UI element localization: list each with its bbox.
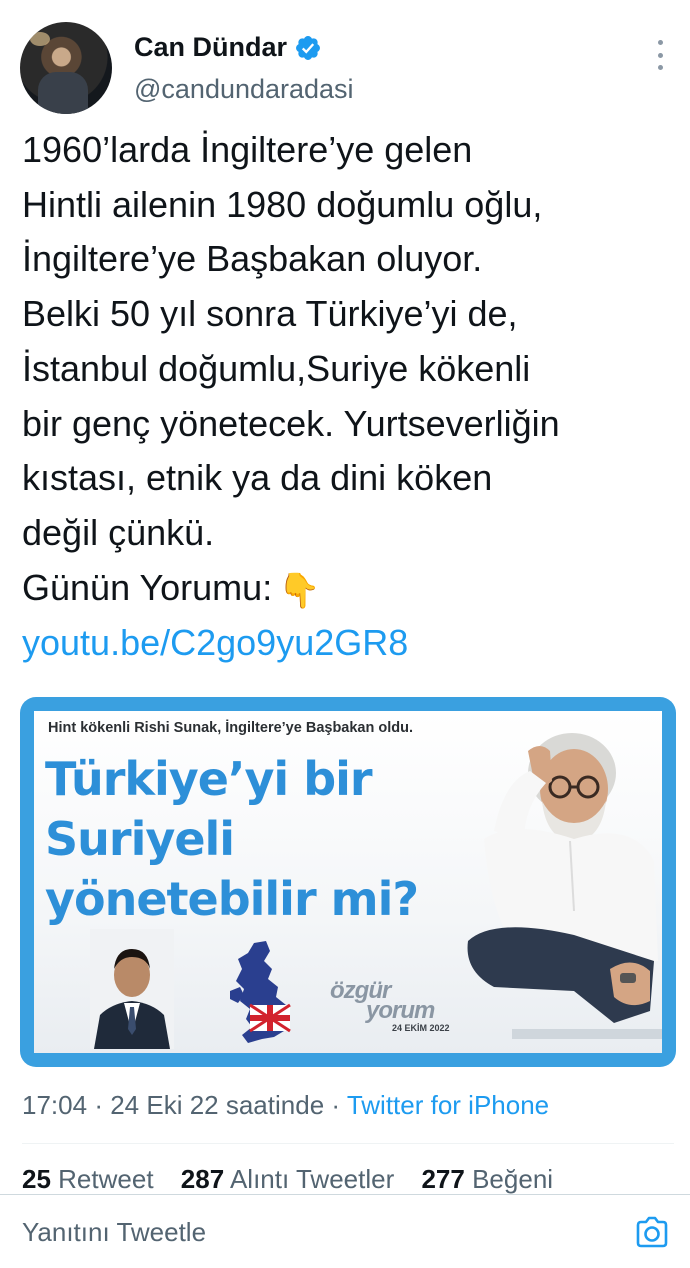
tweet-link[interactable]: youtu.be/C2go9yu2GR8 [22,616,408,670]
more-options-icon[interactable] [650,40,670,70]
retweets-count: 25 [22,1164,51,1194]
card-subtitle: Hint kökenli Rishi Sunak, İngiltere’ye B… [48,720,414,736]
presenter-photo [467,733,662,1039]
quotes-label: Alıntı Tweetler [229,1164,395,1194]
tweet-source-link[interactable]: Twitter for iPhone [347,1090,549,1120]
tweet-meta: 17:04 · 24 Eki 22 saatinde · Twitter for… [22,1090,549,1121]
logo-word-yorum: yorum [366,997,435,1024]
media-card[interactable]: Hint kökenli Rishi Sunak, İngiltere’ye B… [20,697,676,1067]
reply-bar [0,1194,690,1268]
reply-input[interactable] [22,1213,602,1251]
camera-icon[interactable] [634,1215,670,1249]
tweet-body: 1960’larda İngiltere’ye gelen Hintli ail… [22,129,560,608]
meta-separator: · [331,1090,341,1120]
retweets-label: Retweet [58,1164,154,1194]
logo-date: 24 EKİM 2022 [392,1023,450,1033]
tweet-text: 1960’larda İngiltere’ye gelen Hintli ail… [22,123,682,618]
likes-label: Beğeni [472,1164,554,1194]
avatar-shirt [38,72,88,114]
author-handle[interactable]: @candundaradasi [134,74,354,105]
author-name[interactable]: Can Dündar [134,32,287,63]
retweets-stat[interactable]: 25 Retweet [22,1164,154,1194]
media-card-image: Hint kökenli Rishi Sunak, İngiltere’ye B… [34,711,662,1053]
quotes-count: 287 [180,1164,225,1194]
tweet-stats: 25 Retweet 287 Alıntı Tweetler 277 Beğen… [22,1164,553,1195]
dot [657,65,663,70]
verified-badge-icon [296,35,320,60]
uk-map-flag [230,941,291,1043]
avatar[interactable] [20,22,112,114]
quotes-stat[interactable]: 287 Alıntı Tweetler [181,1164,394,1194]
avatar-light [30,32,50,46]
pointing-down-emoji: 👇 [278,571,321,610]
card-title: Türkiye’yi bir Suriyeli yönetebilir mi? [45,752,419,926]
likes-count: 277 [421,1164,465,1194]
divider [22,1143,674,1144]
dot [657,40,663,45]
likes-stat[interactable]: 277 Beğeni [421,1164,553,1194]
tweet-date: 24 Eki 22 saatinde [110,1090,325,1120]
dot [657,52,663,58]
meta-separator: · [94,1090,103,1120]
politician-photo [90,929,174,1049]
ozgur-yorum-logo: özgür yorum 24 EKİM 2022 [330,977,450,1037]
tweet-time: 17:04 [22,1090,88,1120]
author-name-row: Can Dündar [134,32,322,63]
